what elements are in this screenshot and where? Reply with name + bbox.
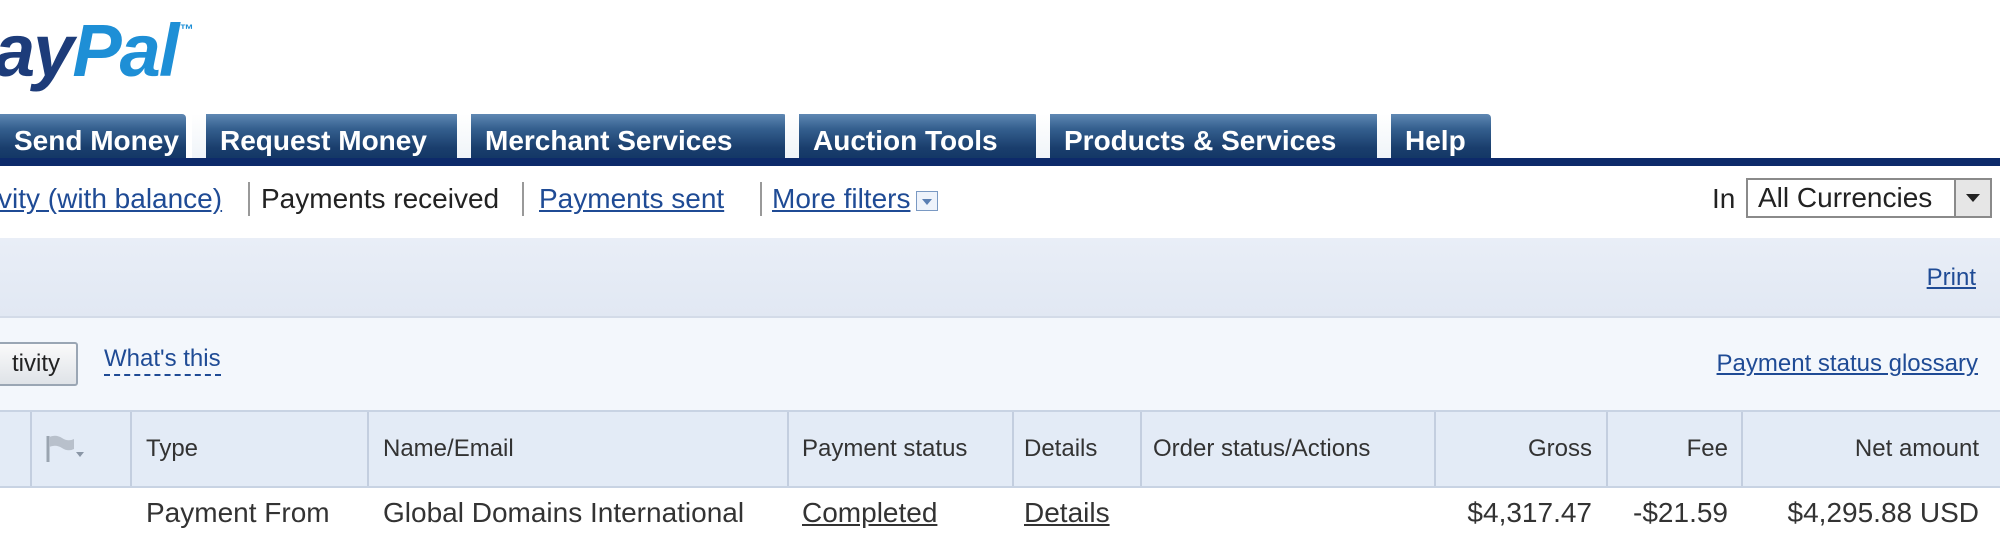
column-header-name-email[interactable]: Name/Email [383,412,514,486]
print-link[interactable]: Print [1927,264,1976,292]
tab-label: Merchant Services [485,125,733,156]
sub-navigation: vity (with balance) Payments received Pa… [0,176,2000,222]
tab-label: Request Money [220,125,427,156]
cell-gross: $4,317.47 [1467,497,1592,528]
link-activity-with-balance[interactable]: vity (with balance) [0,176,222,222]
column-divider [367,412,369,486]
cell-name-email: Global Domains International [383,497,745,528]
cell-fee: -$21.59 [1633,497,1728,528]
chevron-down-icon[interactable] [916,190,939,211]
tab-merchant-services[interactable]: Merchant Services [457,114,787,162]
link-payments-sent[interactable]: Payments sent [539,176,724,222]
tab-send-money[interactable]: Send Money [0,114,186,162]
column-divider [1012,412,1014,486]
payment-status-glossary-link[interactable]: Payment status glossary [1717,350,1978,378]
logo-trademark: ™ [179,21,193,37]
tab-request-money[interactable]: Request Money [192,114,460,162]
logo-part-a: ay [0,9,74,92]
table-row: Payment From Global Domains Internationa… [0,486,2000,540]
currency-label: In [1712,183,1736,214]
current-filter-payments-received: Payments received [261,183,500,214]
divider [522,182,524,216]
divider [760,182,762,216]
tab-label: Send Money [14,125,179,156]
column-divider [787,412,789,486]
column-header-fee[interactable]: Fee [1608,412,1728,486]
column-header-order-status: Order status/Actions [1153,435,1371,462]
status-completed-link[interactable]: Completed [802,486,937,540]
table-header: Type Name/Email Payment status Details O… [0,410,2000,488]
column-header-gross[interactable]: Gross [1436,412,1592,486]
column-header-net-amount[interactable]: Net amount [1743,412,1979,486]
activity-button[interactable]: tivity [0,342,78,386]
currency-selected-value: All Currencies [1758,182,1933,213]
tab-auction-tools[interactable]: Auction Tools [785,114,1038,162]
tab-underline [0,158,2000,166]
toolbar-print: Print [0,238,2000,318]
tab-help[interactable]: Help [1377,114,1491,162]
column-header-type[interactable]: Type [146,412,198,486]
cell-type: Payment From [146,497,330,528]
currency-select[interactable]: All Currencies [1746,178,1992,218]
paypal-logo[interactable]: ayPal ™ [0,14,193,88]
tab-label: Products & Services [1064,125,1337,156]
dropdown-arrow-icon[interactable] [1954,180,1990,216]
tab-products-services[interactable]: Products & Services [1036,114,1380,162]
column-divider [30,412,32,486]
activity-toolbar: tivity What's this Payment status glossa… [0,318,2000,410]
whats-this-link[interactable]: What's this [104,344,221,376]
more-filters-control[interactable]: More filters [772,176,939,222]
details-link[interactable]: Details [1024,486,1110,540]
column-header-payment-status[interactable]: Payment status [802,412,967,486]
tab-label: Auction Tools [813,125,998,156]
column-divider [130,412,132,486]
tab-label: Help [1405,125,1466,156]
logo-part-b: Pal [72,9,179,92]
column-divider [1140,412,1142,486]
main-tab-bar: Send Money Request Money Merchant Servic… [0,114,2000,162]
flag-icon[interactable] [44,432,84,466]
cell-net-amount: $4,295.88 USD [1787,497,1979,528]
column-header-details: Details [1024,435,1098,462]
link-more-filters[interactable]: More filters [772,183,910,214]
divider [248,182,250,216]
